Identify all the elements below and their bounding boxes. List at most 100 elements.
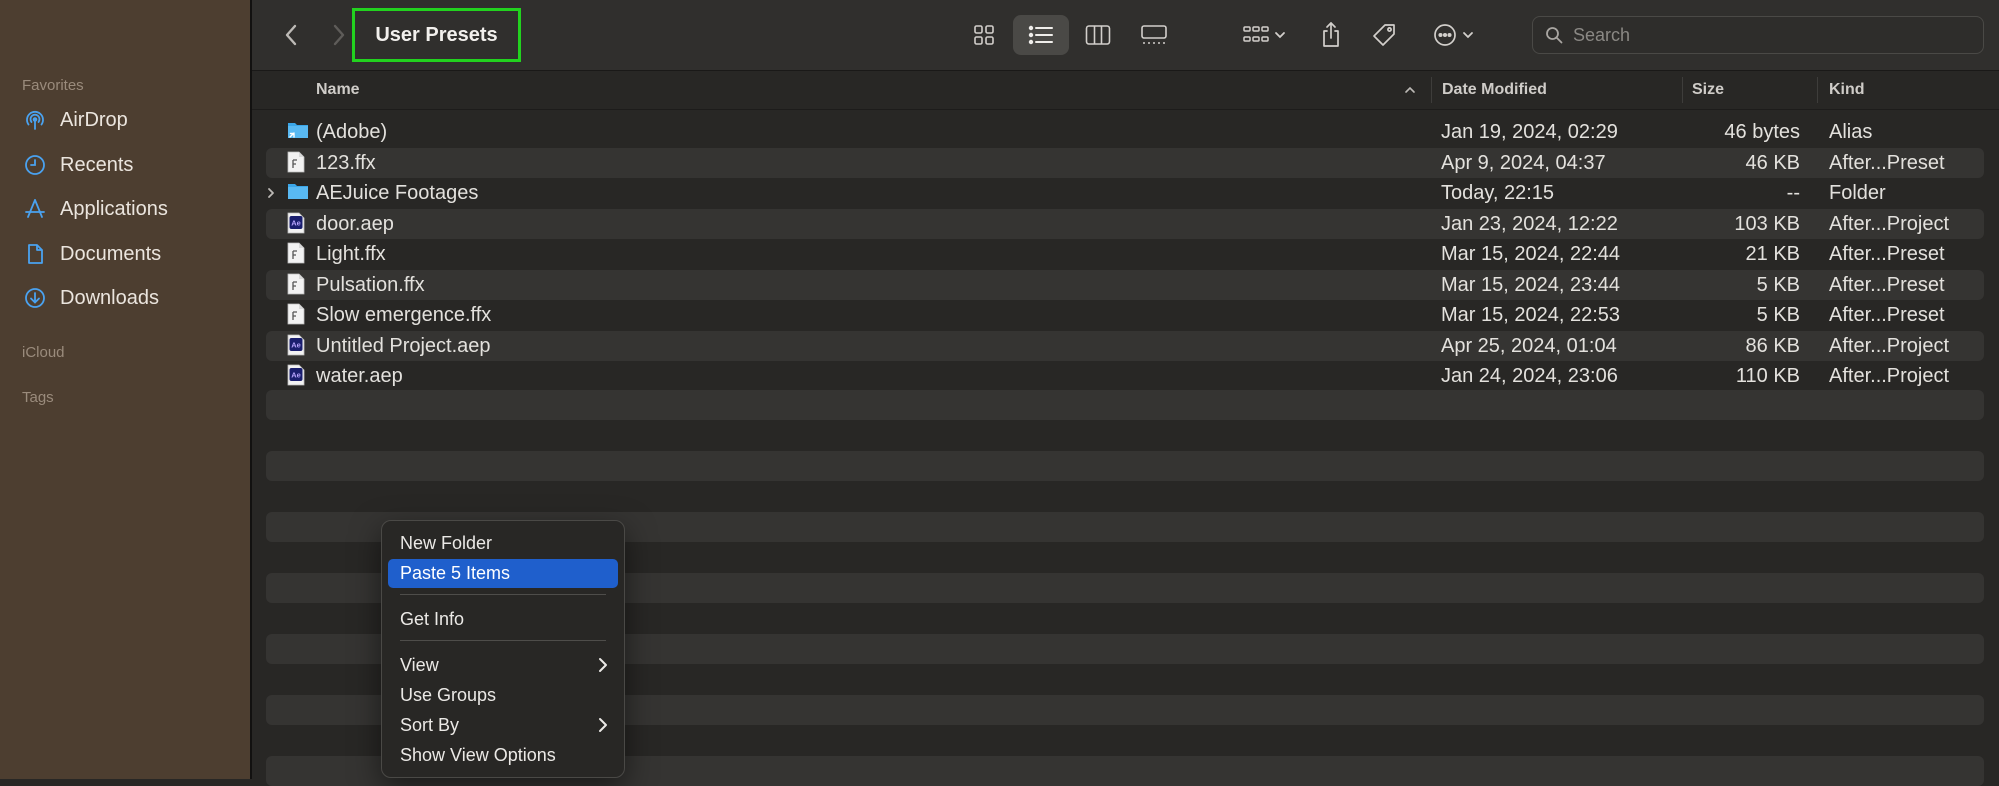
file-row[interactable]: Light.ffx Mar 15, 2024, 22:44 21 KB After..… [266, 239, 1984, 269]
file-name: AEJuice Footages [316, 182, 479, 204]
search-input[interactable] [1571, 23, 1983, 47]
airdrop-icon [22, 107, 48, 133]
sidebar-section-tags[interactable]: Tags [22, 389, 54, 406]
aep-file-icon: Ae [287, 212, 309, 236]
column-divider[interactable] [1431, 77, 1432, 103]
columns-icon [1085, 25, 1111, 45]
menu-item-label: Sort By [400, 715, 460, 735]
file-date-modified: Jan 19, 2024, 02:29 [1441, 121, 1618, 143]
file-kind: After...Preset [1829, 304, 1945, 326]
group-by-button[interactable] [1236, 15, 1292, 55]
aep-file-icon: Ae [287, 334, 309, 358]
menu-item-use-groups[interactable]: Use Groups [388, 681, 618, 710]
sidebar-item-documents[interactable]: Documents [22, 236, 161, 272]
chevron-down-icon [1275, 32, 1285, 39]
menu-item-get-info[interactable]: Get Info [388, 605, 618, 634]
ffx-file-icon [287, 242, 309, 266]
file-name: Untitled Project.aep [316, 334, 491, 357]
file-size: 110 KB [1735, 365, 1800, 387]
icon-view-button[interactable] [963, 15, 1005, 55]
menu-item-label: New Folder [400, 533, 493, 553]
sidebar-item-airdrop[interactable]: AirDrop [22, 102, 128, 138]
list-view-button[interactable] [1013, 15, 1069, 55]
context-menu: New Folder Paste 5 Items Get Info View U… [381, 520, 625, 778]
disclosure-triangle-icon[interactable] [264, 184, 278, 202]
applications-icon [22, 196, 48, 222]
file-kind: Alias [1829, 121, 1873, 143]
column-divider[interactable] [1682, 77, 1683, 103]
folder-icon [287, 181, 309, 205]
file-row[interactable]: Ae Untitled Project.aep Apr 25, 2024, 01:0… [266, 330, 1984, 361]
ffx-file-icon [287, 273, 309, 297]
file-row[interactable]: Ae door.aep Jan 23, 2024, 12:22 103 KB After… [266, 208, 1984, 239]
menu-item-view[interactable]: View [388, 651, 618, 680]
column-kind[interactable]: Kind [1829, 71, 1865, 109]
file-row[interactable]: 123.ffx Apr 9, 2024, 04:37 46 KB After...Pr… [266, 147, 1984, 178]
menu-item-label: Get Info [400, 609, 465, 629]
group-icon [1243, 26, 1269, 42]
chevron-right-icon [598, 717, 608, 738]
search-icon [1545, 26, 1563, 44]
file-kind: After...Project [1829, 334, 1950, 357]
file-date-modified: Mar 15, 2024, 23:44 [1441, 273, 1621, 296]
file-size: 103 KB [1734, 212, 1800, 235]
file-size: -- [1786, 182, 1800, 204]
sidebar-item-label: Downloads [60, 286, 159, 309]
menu-item-show-view-options[interactable]: Show View Options [388, 741, 618, 770]
file-size: 5 KB [1756, 304, 1800, 326]
svg-text:Ae: Ae [291, 340, 301, 349]
file-date-modified: Mar 15, 2024, 22:44 [1441, 243, 1621, 265]
share-button[interactable] [1316, 15, 1346, 55]
file-row[interactable]: (Adobe) Jan 19, 2024, 02:29 46 bytes Alias [266, 117, 1984, 147]
sidebar-item-applications[interactable]: Applications [22, 191, 168, 227]
column-divider[interactable] [1817, 77, 1818, 103]
sidebar-item-recents[interactable]: Recents [22, 147, 133, 183]
column-view-button[interactable] [1077, 15, 1119, 55]
forward-button[interactable] [324, 18, 354, 52]
file-name: door.aep [316, 212, 394, 235]
file-date-modified: Apr 9, 2024, 04:37 [1441, 151, 1606, 174]
file-row[interactable]: Ae water.aep Jan 24, 2024, 23:06 110 KB Afte… [266, 361, 1984, 391]
sort-ascending-icon[interactable] [1404, 71, 1418, 109]
file-row[interactable]: AEJuice Footages Today, 22:15 -- Folder [266, 178, 1984, 208]
gallery-view-button[interactable] [1132, 15, 1176, 55]
file-row[interactable]: Pulsation.ffx Mar 15, 2024, 23:44 5 KB Afte… [266, 269, 1984, 300]
file-size: 21 KB [1745, 243, 1800, 265]
gallery-icon [1141, 25, 1167, 44]
chevron-right-icon [333, 24, 345, 46]
sidebar-divider [250, 0, 252, 779]
more-actions-button[interactable] [1428, 15, 1478, 55]
column-date-modified[interactable]: Date Modified [1442, 71, 1547, 109]
sidebar-item-label: Documents [60, 242, 162, 265]
svg-text:Ae: Ae [291, 218, 301, 227]
tag-button[interactable] [1368, 15, 1400, 55]
empty-row-stripe [266, 451, 1984, 481]
menu-item-sort-by[interactable]: Sort By [388, 711, 618, 740]
file-kind: After...Preset [1829, 243, 1945, 265]
menu-item-label: Paste 5 Items [400, 563, 511, 583]
menu-item-new-folder[interactable]: New Folder [388, 529, 618, 558]
menu-item-paste-items[interactable]: Paste 5 Items [388, 559, 618, 588]
chevron-right-icon [598, 657, 608, 678]
file-date-modified: Apr 25, 2024, 01:04 [1441, 334, 1617, 357]
column-header: Name Date Modified Size Kind [252, 71, 1999, 110]
sidebar-item-downloads[interactable]: Downloads [22, 280, 159, 316]
file-name: Light.ffx [316, 243, 386, 265]
sidebar-section-icloud[interactable]: iCloud [22, 344, 65, 361]
list-icon [1028, 25, 1053, 45]
file-kind: Folder [1829, 182, 1886, 204]
file-date-modified: Mar 15, 2024, 22:53 [1441, 304, 1621, 326]
column-name[interactable]: Name [316, 71, 360, 109]
sidebar-item-label: AirDrop [60, 108, 128, 131]
file-kind: After...Preset [1829, 273, 1945, 296]
chevron-left-icon [285, 24, 297, 46]
file-kind: After...Project [1829, 365, 1950, 387]
column-size[interactable]: Size [1692, 71, 1724, 109]
menu-separator [400, 640, 606, 641]
file-row[interactable]: Slow emergence.ffx Mar 15, 2024, 22:53 5 K… [266, 300, 1984, 330]
back-button[interactable] [276, 18, 306, 52]
document-icon [22, 241, 48, 267]
sidebar-section-favorites: Favorites [22, 77, 84, 94]
search-field[interactable] [1532, 16, 1984, 54]
menu-item-label: View [400, 655, 439, 675]
